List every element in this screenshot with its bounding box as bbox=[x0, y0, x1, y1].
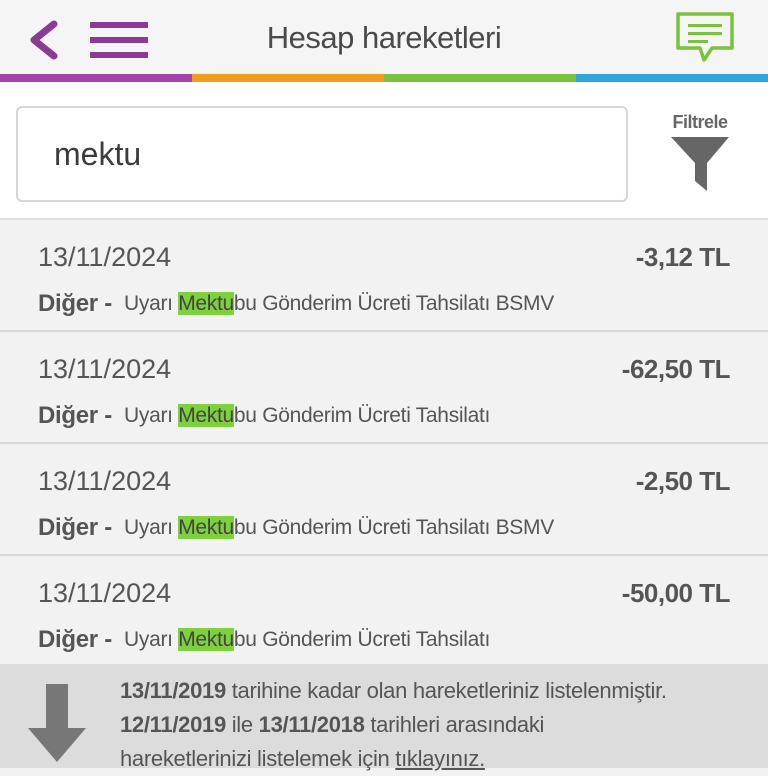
transaction-description: Uyarı Mektubu Gönderim Ücreti Tahsilatı bbox=[124, 628, 490, 652]
footer-message: 13/11/2019 tarihine kadar olan hareketle… bbox=[120, 674, 760, 776]
search-input[interactable] bbox=[16, 106, 628, 202]
app-header: Hesap hareketleri bbox=[0, 0, 768, 76]
transaction-date: 13/11/2024 bbox=[38, 354, 172, 384]
transaction-description: Uyarı Mektubu Gönderim Ücreti Tahsilatı … bbox=[124, 516, 554, 540]
footer-text: tarihleri arasındaki bbox=[364, 712, 545, 737]
transaction-description: Uyarı Mektubu Gönderim Ücreti Tahsilatı … bbox=[124, 292, 554, 316]
transaction-row[interactable]: 13/11/2024 -62,50 TL Diğer - Uyarı Mektu… bbox=[0, 332, 768, 444]
search-match-highlight: Mektu bbox=[178, 292, 234, 315]
description-text: bu Gönderim Ücreti Tahsilatı bbox=[233, 628, 491, 651]
transaction-category: Diğer - bbox=[38, 402, 112, 429]
search-match-highlight: Mektu bbox=[178, 404, 234, 427]
transaction-amount: -2,50 TL bbox=[635, 466, 731, 496]
load-more-footer: 13/11/2019 tarihine kadar olan hareketle… bbox=[0, 664, 768, 771]
transaction-amount: -62,50 TL bbox=[621, 354, 731, 384]
transaction-date: 13/11/2024 bbox=[38, 578, 172, 608]
funnel-icon bbox=[671, 137, 729, 191]
filter-button[interactable]: Filtrele bbox=[664, 112, 736, 198]
footer-text: tarihine kadar olan hareketleriniz liste… bbox=[225, 678, 667, 703]
transaction-date: 13/11/2024 bbox=[38, 466, 172, 496]
transaction-row[interactable]: 13/11/2024 -50,00 TL Diğer - Uyarı Mektu… bbox=[0, 556, 768, 668]
description-text: bu Gönderim Ücreti Tahsilatı BSMV bbox=[233, 516, 554, 539]
transaction-category: Diğer - bbox=[38, 626, 112, 653]
load-more-link[interactable]: tıklayınız. bbox=[395, 746, 485, 771]
description-text: bu Gönderim Ücreti Tahsilatı bbox=[233, 404, 491, 427]
color-stripe-purple bbox=[0, 74, 192, 82]
search-match-highlight: Mektu bbox=[178, 628, 234, 651]
chat-bubble-icon[interactable] bbox=[674, 10, 736, 66]
footer-date: 13/11/2018 bbox=[258, 712, 365, 737]
description-text: Uyarı bbox=[124, 404, 179, 427]
color-stripe-blue bbox=[576, 74, 768, 82]
search-bar: Filtrele bbox=[0, 82, 768, 220]
footer-text: hareketlerinizi listelemek için bbox=[120, 746, 396, 771]
description-text: Uyarı bbox=[124, 292, 179, 315]
filter-label: Filtrele bbox=[672, 112, 728, 132]
transaction-amount: -50,00 TL bbox=[621, 578, 731, 608]
page-title: Hesap hareketleri bbox=[266, 20, 502, 55]
transaction-row[interactable]: 13/11/2024 -2,50 TL Diğer - Uyarı Mektub… bbox=[0, 444, 768, 556]
transaction-date: 13/11/2024 bbox=[38, 242, 172, 272]
footer-date: 12/11/2019 bbox=[120, 712, 226, 737]
description-text: Uyarı bbox=[124, 516, 179, 539]
description-text: bu Gönderim Ücreti Tahsilatı BSMV bbox=[233, 292, 554, 315]
arrow-down-icon[interactable] bbox=[28, 684, 86, 762]
footer-date: 13/11/2019 bbox=[120, 678, 226, 703]
transaction-category: Diğer - bbox=[38, 290, 112, 317]
transaction-category: Diğer - bbox=[38, 514, 112, 541]
color-stripe-green bbox=[384, 74, 576, 82]
footer-text: ile bbox=[225, 712, 259, 737]
description-text: Uyarı bbox=[124, 628, 179, 651]
search-match-highlight: Mektu bbox=[178, 516, 234, 539]
transaction-list: 13/11/2024 -3,12 TL Diğer - Uyarı Mektub… bbox=[0, 220, 768, 668]
transaction-row[interactable]: 13/11/2024 -3,12 TL Diğer - Uyarı Mektub… bbox=[0, 220, 768, 332]
transaction-amount: -3,12 TL bbox=[635, 242, 731, 272]
transaction-description: Uyarı Mektubu Gönderim Ücreti Tahsilatı bbox=[124, 404, 490, 428]
color-stripe-orange bbox=[192, 74, 384, 82]
